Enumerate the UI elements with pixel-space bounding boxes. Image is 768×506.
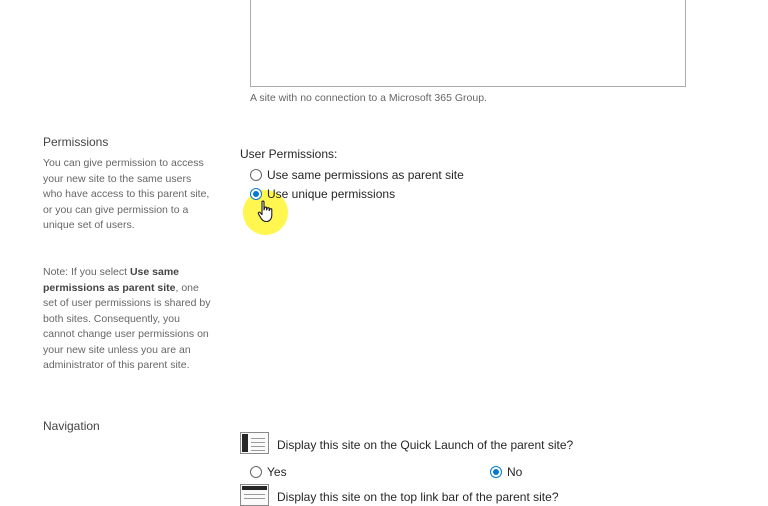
user-permissions-label: User Permissions: (240, 147, 338, 161)
permissions-description: You can give permission to access your n… (43, 157, 210, 231)
permissions-note-suffix: , one set of user permissions is shared … (43, 281, 211, 372)
radio-quick-launch-yes-label: Yes (267, 465, 287, 479)
radio-quick-launch-no[interactable]: No (490, 465, 522, 479)
quick-launch-question: Display this site on the Quick Launch of… (277, 438, 574, 452)
radio-same-permissions[interactable]: Use same permissions as parent site (250, 168, 464, 182)
radio-quick-launch-no-label: No (507, 465, 523, 479)
hand-pointer-icon (257, 200, 273, 223)
radio-unique-permissions-button[interactable] (250, 188, 262, 200)
radio-same-permissions-button[interactable] (250, 169, 262, 181)
radio-quick-launch-no-button[interactable] (490, 466, 502, 478)
radio-same-permissions-label: Use same permissions as parent site (267, 168, 464, 182)
radio-quick-launch-yes[interactable]: Yes (250, 465, 287, 479)
top-link-bar-icon (240, 484, 269, 506)
radio-unique-permissions[interactable]: Use unique permissions (250, 187, 395, 201)
description-caption: A site with no connection to a Microsoft… (250, 92, 487, 104)
navigation-section-title: Navigation (43, 419, 100, 433)
radio-unique-permissions-label: Use unique permissions (267, 187, 396, 201)
description-textarea[interactable] (250, 0, 686, 87)
permissions-note: Note: If you select Use same permissions… (43, 265, 213, 374)
quick-launch-icon (240, 432, 269, 454)
radio-quick-launch-yes-button[interactable] (250, 466, 262, 478)
top-link-bar-question: Display this site on the top link bar of… (277, 490, 559, 504)
permissions-note-prefix: Note: If you select (43, 266, 130, 278)
permissions-section-title: Permissions (43, 135, 109, 149)
